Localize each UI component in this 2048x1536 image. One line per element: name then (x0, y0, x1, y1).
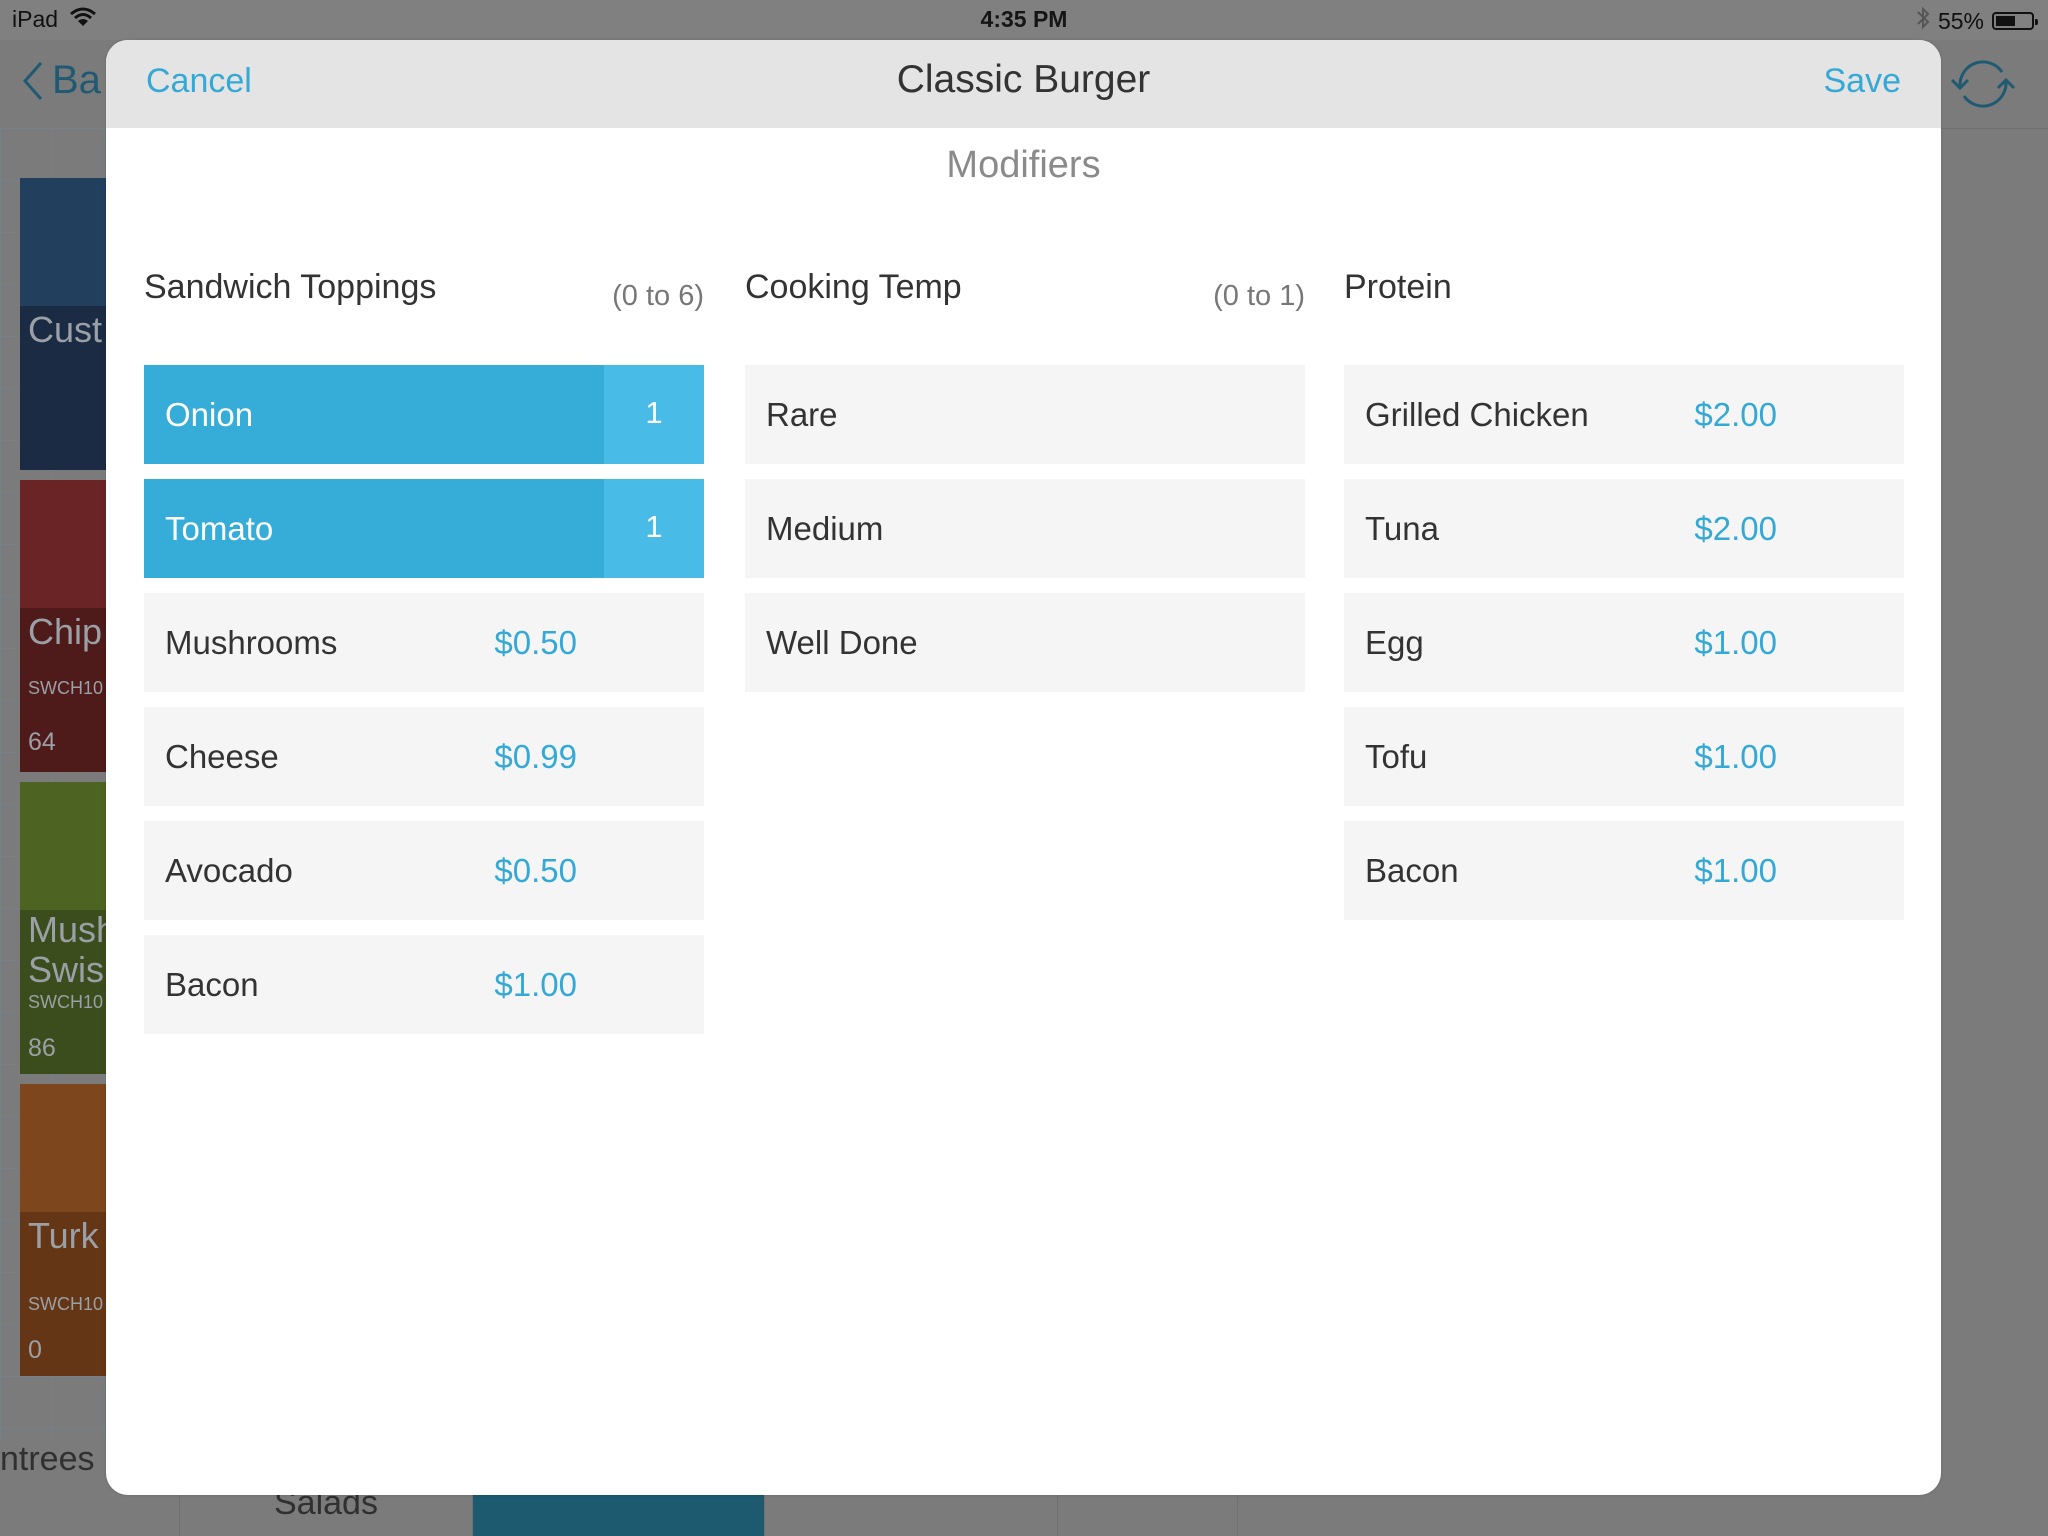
option-label: Onion (165, 396, 254, 433)
option-quantity-badge[interactable]: 1 (604, 479, 704, 578)
option-label: Avocado (165, 852, 293, 889)
group-header: Cooking Temp (0 to 1) (745, 268, 1305, 325)
tile-code: SWCH10 (28, 678, 104, 698)
modifier-option[interactable]: Grilled Chicken $2.00 (1344, 365, 1904, 464)
modifier-list: Rare Medium Well Done (745, 365, 1305, 707)
option-label: Bacon (1365, 852, 1459, 889)
background-item-grid: Cust Chip SWCH10 64 Mush Swis SWCH10 86 … (0, 128, 106, 1440)
battery-icon (1992, 12, 2038, 30)
modifier-option[interactable]: Tomato 1 (144, 479, 704, 578)
modifier-list: Onion 1 Tomato 1 Mushrooms $0.50 Cheese $0.99 Av… (144, 365, 704, 1049)
tile-name: Turk (28, 1215, 99, 1256)
tile-body: Turk SWCH10 0 (20, 1212, 106, 1376)
group-header: Protein (1344, 268, 1904, 325)
group-range: (0 to 6) (612, 280, 704, 312)
option-price: $1.00 (1694, 738, 1777, 775)
item-tile[interactable]: Turk SWCH10 0 (20, 1084, 106, 1376)
option-label: Medium (766, 510, 884, 547)
tile-count: 86 (28, 1034, 56, 1062)
tile-name: Mush (28, 909, 106, 950)
option-price: $1.00 (494, 966, 577, 1003)
group-header: Sandwich Toppings (0 to 6) (144, 268, 704, 325)
option-label: Tofu (1365, 738, 1428, 775)
modifier-option[interactable]: Egg $1.00 (1344, 593, 1904, 692)
modifier-option[interactable]: Well Done (745, 593, 1305, 692)
modifier-group: Cooking Temp (0 to 1) Rare Medium Well Done (745, 268, 1305, 692)
tile-color-band (20, 1084, 106, 1212)
item-tile[interactable]: Chip SWCH10 64 (20, 480, 106, 772)
tile-color-band (20, 782, 106, 910)
option-price: $1.00 (1694, 624, 1777, 661)
tile-body: Chip SWCH10 64 (20, 608, 106, 772)
modifier-option[interactable]: Mushrooms $0.50 (144, 593, 704, 692)
tile-name: Chip (28, 611, 103, 652)
tile-count: 0 (28, 1336, 42, 1364)
back-button[interactable]: Ba (22, 58, 101, 103)
section-title: Modifiers (946, 144, 1101, 186)
modifier-option[interactable]: Tofu $1.00 (1344, 707, 1904, 806)
tile-body: Mush Swis SWCH10 86 (20, 910, 106, 1074)
back-label: Ba (52, 58, 101, 102)
group-range: (0 to 1) (1213, 280, 1305, 312)
modifier-option[interactable]: Bacon $1.00 (1344, 821, 1904, 920)
option-label: Tomato (165, 510, 274, 547)
option-label: Cheese (165, 738, 279, 775)
tile-color-band (20, 178, 106, 306)
option-label: Tuna (1365, 510, 1439, 547)
modifier-group: Protein Grilled Chicken $2.00 Tuna $2.00 Egg $… (1344, 268, 1904, 920)
option-label: Grilled Chicken (1365, 396, 1589, 433)
tile-body: Cust (20, 306, 106, 470)
modifier-list: Grilled Chicken $2.00 Tuna $2.00 Egg $1.00 Tof… (1344, 365, 1904, 935)
group-title: Cooking Temp (745, 268, 962, 306)
tile-color-band (20, 480, 106, 608)
status-time: 4:35 PM (980, 6, 1068, 32)
tile-name-line2: Swis (28, 949, 105, 990)
modifier-option[interactable]: Medium (745, 479, 1305, 578)
group-title: Protein (1344, 268, 1452, 306)
modifier-option[interactable]: Rare (745, 365, 1305, 464)
battery-percent: 55% (1937, 7, 1984, 34)
modifier-option[interactable]: Cheese $0.99 (144, 707, 704, 806)
modifier-modal: Cancel Classic Burger Save Modifiers San… (106, 40, 1941, 1495)
modifier-option[interactable]: Onion 1 (144, 365, 704, 464)
modifier-option[interactable]: Avocado $0.50 (144, 821, 704, 920)
modifier-group: Sandwich Toppings (0 to 6) Onion 1 Tomato 1 Mu… (144, 268, 704, 1034)
tile-name: Cust (28, 309, 103, 350)
tile-code: SWCH10 (28, 992, 104, 1012)
battery-fill (1996, 16, 2015, 26)
option-price: $0.99 (494, 738, 577, 775)
option-label: Well Done (766, 624, 918, 661)
option-label: Egg (1365, 624, 1424, 661)
modal-title: Classic Burger (896, 58, 1151, 101)
tile-code: SWCH10 (28, 1294, 104, 1314)
option-price: $0.50 (494, 852, 577, 889)
modal-header: Cancel Classic Burger Save (106, 40, 1941, 128)
status-bar: iPad 4:35 PM 55% (0, 0, 2048, 40)
option-label: Rare (766, 396, 838, 433)
option-price: $2.00 (1694, 510, 1777, 547)
option-price: $1.00 (1694, 852, 1777, 889)
sync-icon[interactable] (1950, 56, 2016, 112)
modifier-option[interactable]: Tuna $2.00 (1344, 479, 1904, 578)
item-tile[interactable]: Cust (20, 178, 106, 470)
option-price: $2.00 (1694, 396, 1777, 433)
chevron-left-icon (22, 61, 43, 100)
group-title: Sandwich Toppings (144, 268, 437, 306)
option-label: Mushrooms (165, 624, 338, 661)
item-tile[interactable]: Mush Swis SWCH10 86 (20, 782, 106, 1074)
option-quantity-badge[interactable]: 1 (604, 365, 704, 464)
save-button[interactable]: Save (1824, 62, 1902, 101)
option-label: Bacon (165, 966, 259, 1003)
modifier-option[interactable]: Bacon $1.00 (144, 935, 704, 1034)
tile-count: 64 (28, 728, 56, 756)
option-price: $0.50 (494, 624, 577, 661)
bluetooth-icon (1916, 6, 1930, 36)
